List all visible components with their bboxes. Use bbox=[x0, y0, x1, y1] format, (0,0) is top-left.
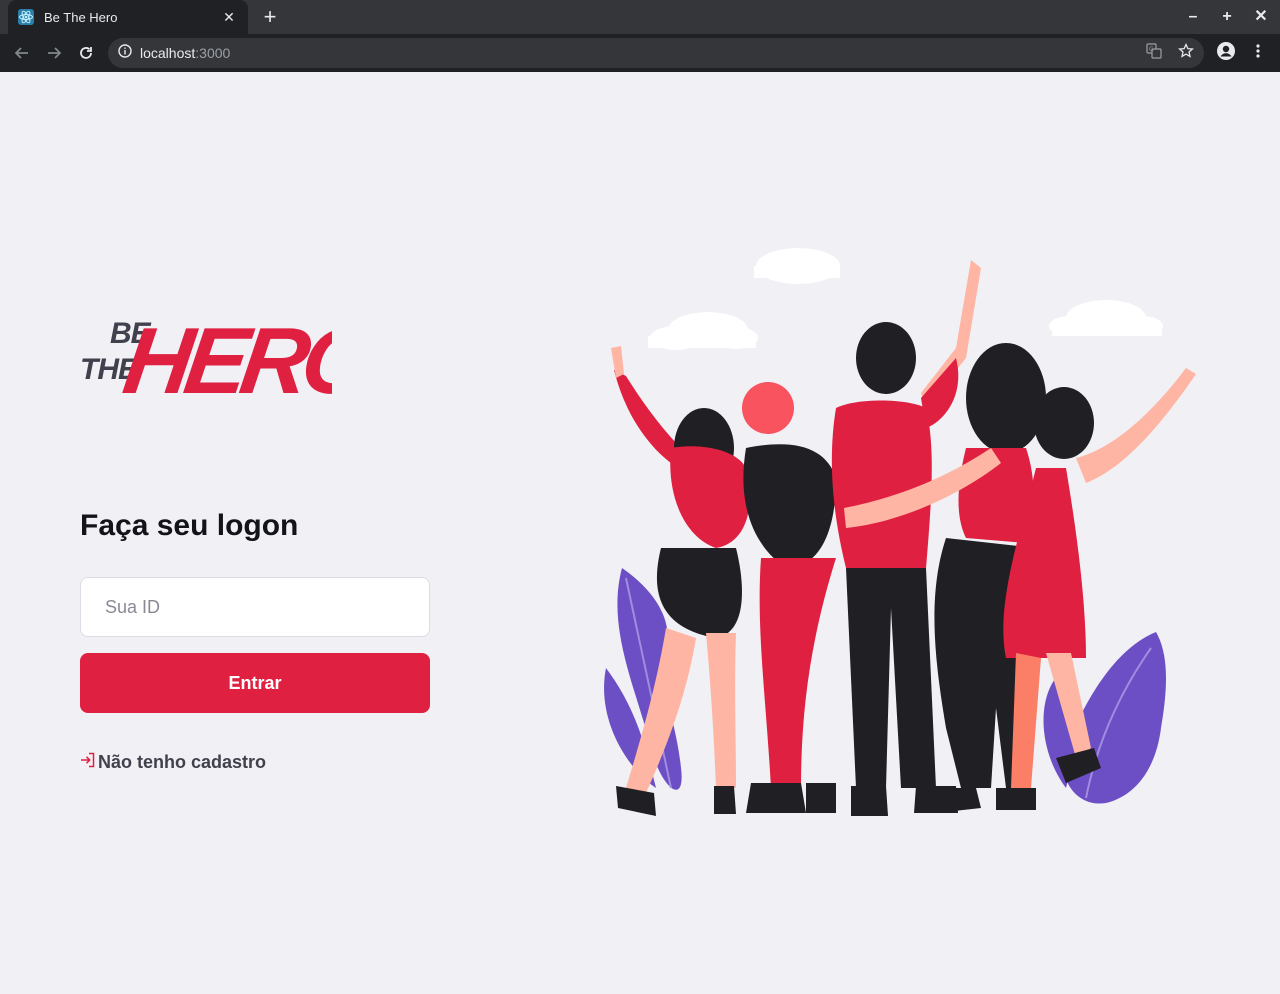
close-icon[interactable]: ✕ bbox=[220, 9, 238, 26]
back-icon[interactable] bbox=[10, 41, 34, 65]
info-icon[interactable] bbox=[118, 43, 132, 63]
logon-page: BE THE HERO Faça seu logon Entrar Não te… bbox=[0, 72, 1280, 994]
register-link-label: Não tenho cadastro bbox=[98, 752, 267, 772]
address-bar[interactable]: localhost:3000 bbox=[108, 38, 1204, 68]
star-icon[interactable] bbox=[1176, 41, 1196, 61]
id-input[interactable] bbox=[80, 577, 430, 637]
heroes-illustration bbox=[604, 248, 1196, 816]
login-button[interactable]: Entrar bbox=[80, 653, 430, 713]
reload-icon[interactable] bbox=[74, 41, 98, 65]
react-icon bbox=[18, 9, 34, 25]
url-port: :3000 bbox=[195, 45, 231, 61]
new-tab-icon[interactable]: + bbox=[258, 6, 282, 30]
page-title: Faça seu logon bbox=[80, 509, 299, 542]
log-in-icon bbox=[80, 752, 96, 773]
browser-tab[interactable]: Be The Hero ✕ bbox=[8, 0, 248, 34]
register-link[interactable]: Não tenho cadastro bbox=[80, 752, 266, 773]
window-close-icon[interactable]: ✕ bbox=[1251, 8, 1271, 28]
maximize-icon[interactable]: + bbox=[1217, 8, 1237, 28]
account-icon[interactable] bbox=[1216, 41, 1236, 61]
logo-hero: HERO bbox=[118, 308, 332, 407]
svg-text:G: G bbox=[1149, 46, 1154, 53]
be-the-hero-logo: BE THE HERO bbox=[80, 308, 332, 407]
browser-toolbar: localhost:3000 G bbox=[0, 34, 1280, 72]
url-host: localhost bbox=[140, 45, 196, 61]
minimize-icon[interactable]: – bbox=[1183, 8, 1203, 28]
menu-icon[interactable] bbox=[1248, 41, 1268, 61]
forward-icon[interactable] bbox=[42, 41, 66, 65]
person-redhead bbox=[742, 382, 836, 813]
browser-tab-strip: Be The Hero ✕ + – + ✕ bbox=[0, 0, 1280, 34]
tab-title: Be The Hero bbox=[44, 9, 118, 25]
translate-icon[interactable]: G bbox=[1144, 41, 1164, 61]
